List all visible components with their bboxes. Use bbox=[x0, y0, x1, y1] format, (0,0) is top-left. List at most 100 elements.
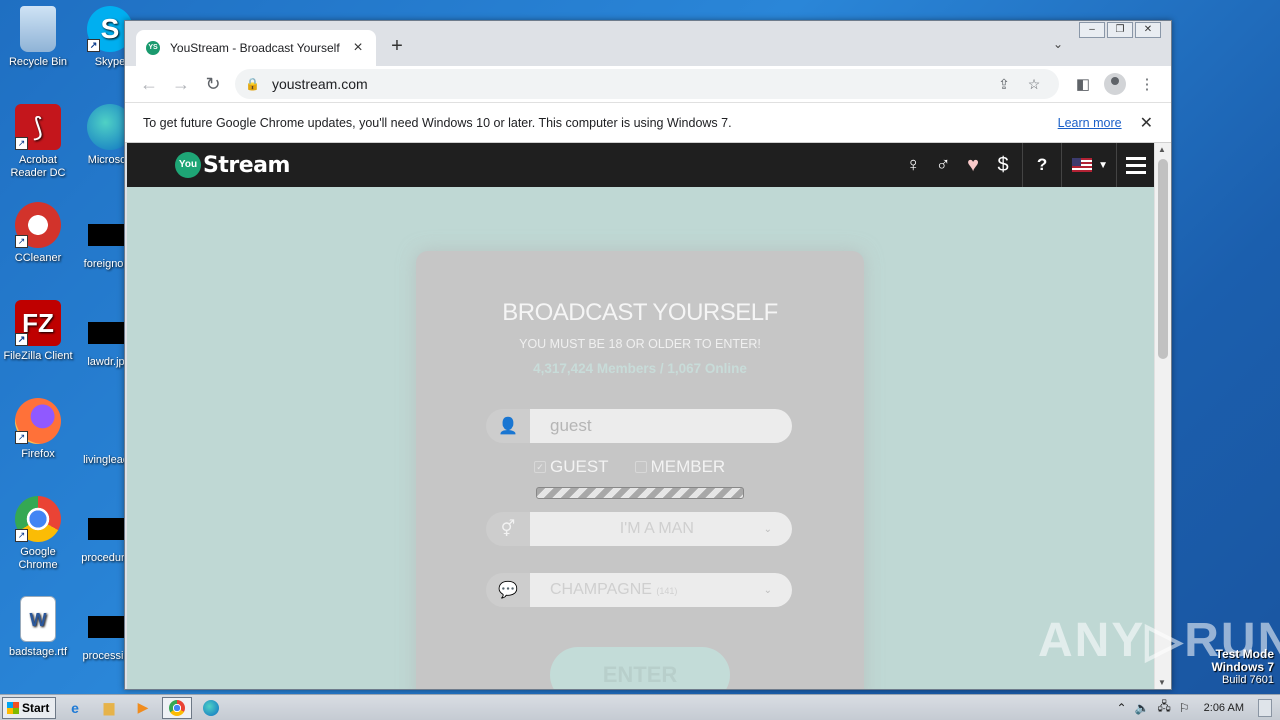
file-icon bbox=[88, 420, 124, 442]
checkbox-checked-icon: ✓ bbox=[534, 461, 546, 473]
volume-icon[interactable]: 🔈 bbox=[1135, 701, 1150, 715]
language-chevron-icon[interactable]: ▼ bbox=[1098, 160, 1108, 171]
tab-close-icon[interactable]: × bbox=[350, 39, 366, 57]
gender-row: ⚥ I'M A MAN ⌄ bbox=[486, 512, 792, 546]
gender-icon: ⚥ bbox=[486, 512, 530, 546]
youstream-favicon-icon: YS bbox=[146, 41, 160, 55]
us-flag-icon[interactable] bbox=[1072, 158, 1093, 172]
infobar-close-icon[interactable]: ✕ bbox=[1140, 113, 1153, 133]
female-icon[interactable]: ♀ bbox=[898, 154, 928, 177]
gender-select-value: I'M A MAN bbox=[619, 520, 694, 537]
gender-select[interactable]: I'M A MAN ⌄ bbox=[530, 512, 792, 546]
desktop-icon-label: foreignoil bbox=[83, 258, 129, 270]
radio-guest-label: GUEST bbox=[550, 457, 609, 476]
tray-expand-icon[interactable]: ⌃ bbox=[1116, 701, 1126, 715]
menu-icon[interactable] bbox=[1116, 143, 1154, 187]
shortcut-arrow-icon: ↗ bbox=[15, 333, 28, 346]
recycle-bin-icon bbox=[20, 6, 56, 52]
url-text[interactable]: youstream.com bbox=[272, 76, 989, 92]
scrollbar-thumb[interactable] bbox=[1158, 159, 1168, 359]
age-warning: YOU MUST BE 18 OR OLDER TO ENTER! bbox=[519, 337, 761, 351]
address-bar[interactable]: 🔒 youstream.com ⇪ ☆ bbox=[235, 69, 1059, 99]
file-icon bbox=[88, 322, 124, 344]
scroll-up-icon[interactable]: ▲ bbox=[1158, 145, 1166, 154]
desktop-icon-label: Recycle Bin bbox=[8, 56, 68, 68]
back-icon[interactable]: ← bbox=[133, 68, 165, 100]
radio-guest[interactable]: ✓ GUEST bbox=[534, 457, 609, 477]
loading-progress-bar bbox=[536, 487, 744, 499]
acrobat-icon: ⟆ ↗ bbox=[15, 104, 61, 150]
desktop-icon-label: lawdr.jp bbox=[87, 356, 125, 368]
media-player-icon[interactable]: ▶ bbox=[128, 697, 158, 719]
kebab-menu-icon[interactable]: ⋮ bbox=[1131, 75, 1163, 93]
member-stats: 4,317,424 Members / 1,067 Online bbox=[533, 361, 747, 376]
show-desktop-button[interactable] bbox=[1258, 698, 1272, 717]
reload-icon[interactable]: ↻ bbox=[197, 68, 229, 100]
tab-strip: YS YouStream - Broadcast Yourself × + ⌄ bbox=[125, 21, 1171, 66]
heart-icon[interactable]: ♥ bbox=[958, 154, 988, 177]
test-mode-notice: Test Mode Windows 7 Build 7601 bbox=[1211, 648, 1274, 687]
lock-icon[interactable]: 🔒 bbox=[245, 77, 260, 91]
chrome-icon: ↗ bbox=[15, 496, 61, 542]
bookmark-star-icon[interactable]: ☆ bbox=[1019, 76, 1049, 93]
share-icon[interactable]: ⇪ bbox=[989, 76, 1019, 93]
desktop-icon-filezilla[interactable]: FZ ↗ FileZilla Client bbox=[0, 300, 76, 363]
user-icon: 👤 bbox=[486, 409, 530, 443]
enter-button[interactable]: ENTER bbox=[550, 647, 730, 689]
ccleaner-icon: ↗ bbox=[15, 202, 61, 248]
learn-more-link[interactable]: Learn more bbox=[1058, 116, 1122, 130]
desktop-icon-recycle-bin[interactable]: Recycle Bin bbox=[0, 6, 76, 69]
start-label: Start bbox=[22, 700, 50, 715]
browser-window: ‒ ❐ ✕ YS YouStream - Broadcast Yourself … bbox=[124, 20, 1172, 690]
room-select[interactable]: CHAMPAGNE (141) ⌄ bbox=[530, 573, 792, 607]
desktop-icon-label: Skype bbox=[94, 56, 126, 68]
youstream-logo[interactable]: You Stream bbox=[175, 152, 290, 178]
desktop-icon-chrome[interactable]: ↗ Google Chrome bbox=[0, 496, 76, 572]
clock[interactable]: 2:06 AM bbox=[1204, 702, 1244, 714]
username-row: 👤 guest bbox=[486, 409, 792, 443]
edge-taskbar-icon[interactable] bbox=[196, 697, 226, 719]
desktop-icon-badstage[interactable]: W badstage.rtf bbox=[0, 596, 76, 659]
desktop-icon-acrobat[interactable]: ⟆ ↗ Acrobat Reader DC bbox=[0, 104, 76, 180]
login-panel: BROADCAST YOURSELF YOU MUST BE 18 OR OLD… bbox=[416, 251, 864, 689]
page-scrollbar[interactable]: ▲ ▼ bbox=[1154, 143, 1171, 689]
ie-icon[interactable]: e bbox=[60, 697, 90, 719]
room-row: 💬 CHAMPAGNE (141) ⌄ bbox=[486, 573, 792, 607]
profile-avatar-icon[interactable] bbox=[1104, 73, 1126, 95]
windows-logo-icon bbox=[7, 701, 19, 714]
scroll-down-icon[interactable]: ▼ bbox=[1158, 678, 1166, 687]
header-actions: ♀ ♂ ♥ $ ? ▼ bbox=[898, 143, 1154, 187]
word-doc-icon: W bbox=[20, 596, 56, 642]
chrome-taskbar-icon[interactable] bbox=[162, 696, 192, 719]
help-icon[interactable]: ? bbox=[1027, 155, 1057, 175]
test-mode-line-3: Build 7601 bbox=[1222, 674, 1274, 686]
shortcut-arrow-icon: ↗ bbox=[15, 235, 28, 248]
firefox-icon: ↗ bbox=[15, 398, 61, 444]
desktop-icon-ccleaner[interactable]: ↗ CCleaner bbox=[0, 202, 76, 265]
side-panel-icon[interactable]: ◧ bbox=[1067, 75, 1099, 93]
tab-youstream[interactable]: YS YouStream - Broadcast Yourself × bbox=[136, 30, 376, 66]
forward-icon[interactable]: → bbox=[165, 68, 197, 100]
checkbox-empty-icon bbox=[634, 461, 647, 473]
dollar-icon[interactable]: $ bbox=[988, 154, 1018, 177]
taskbar: Start e ▆ ▶ ⌃ 🔈 🖧 ⚐ 2:06 AM bbox=[0, 694, 1280, 720]
username-input[interactable]: guest bbox=[530, 409, 792, 443]
radio-member[interactable]: MEMBER bbox=[634, 457, 725, 477]
file-icon bbox=[88, 224, 124, 246]
tab-search-chevron-icon[interactable]: ⌄ bbox=[1053, 37, 1063, 51]
male-icon[interactable]: ♂ bbox=[928, 154, 958, 177]
explorer-folder-icon[interactable]: ▆ bbox=[94, 697, 124, 719]
shortcut-arrow-icon: ↗ bbox=[15, 529, 28, 542]
network-icon[interactable]: 🖧 bbox=[1157, 697, 1170, 718]
system-tray: ⌃ 🔈 🖧 ⚐ 2:06 AM bbox=[1116, 697, 1280, 718]
filezilla-icon: FZ ↗ bbox=[15, 300, 61, 346]
start-button[interactable]: Start bbox=[2, 696, 56, 719]
tab-title: YouStream - Broadcast Yourself bbox=[170, 41, 340, 55]
new-tab-icon[interactable]: + bbox=[387, 35, 407, 58]
desktop-icon-firefox[interactable]: ↗ Firefox bbox=[0, 398, 76, 461]
room-select-value: CHAMPAGNE (141) bbox=[550, 581, 677, 599]
room-name: CHAMPAGNE bbox=[550, 581, 652, 598]
file-icon bbox=[88, 616, 124, 638]
desktop-icon-label: livinglead bbox=[83, 454, 129, 466]
action-center-flag-icon[interactable]: ⚐ bbox=[1179, 701, 1190, 715]
